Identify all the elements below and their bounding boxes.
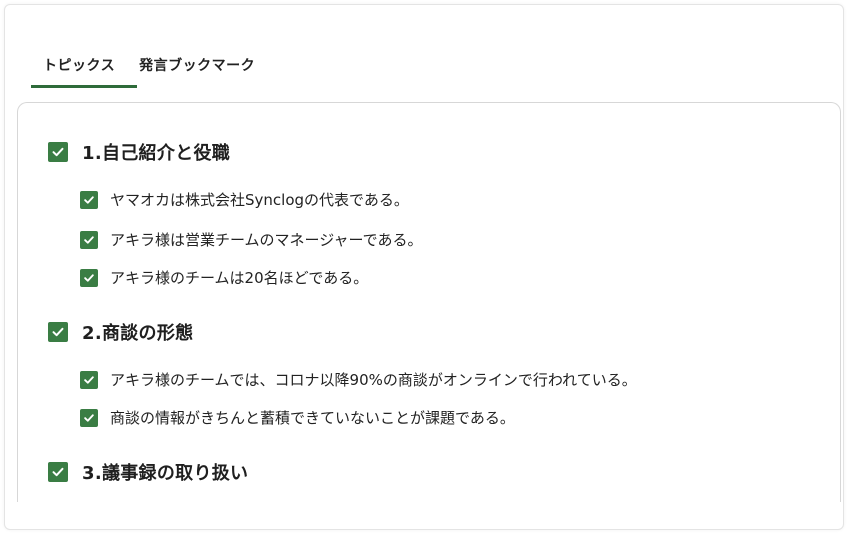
topic-2-item-2-checkbox[interactable] bbox=[80, 408, 98, 427]
topic-1-item-2-checkbox[interactable] bbox=[80, 230, 98, 249]
topic-2-title: 2.商談の形態 bbox=[82, 323, 194, 344]
topic-2: 2.商談の形態 bbox=[48, 319, 193, 345]
check-icon bbox=[84, 195, 94, 204]
topic-1-item-2-text: アキラ様は営業チームのマネージャーである。 bbox=[110, 231, 423, 249]
check-icon bbox=[52, 467, 64, 477]
topic-1: 1.自己紹介と役職 bbox=[48, 139, 230, 165]
topic-2-checkbox[interactable] bbox=[48, 322, 68, 342]
tab-bar: トピックス 発言ブックマーク bbox=[31, 47, 267, 88]
check-icon bbox=[84, 413, 94, 422]
active-tab-indicator bbox=[31, 85, 137, 88]
check-icon bbox=[84, 235, 94, 244]
topic-1-item-3-text: アキラ様のチームは20名ほどである。 bbox=[110, 269, 369, 287]
topic-2-item-1-checkbox[interactable] bbox=[80, 370, 98, 389]
topic-1-item-1-checkbox[interactable] bbox=[80, 190, 98, 209]
topic-3-title: 3.議事録の取り扱い bbox=[82, 463, 249, 484]
check-icon bbox=[52, 147, 64, 157]
topic-1-item-3: アキラ様のチームは20名ほどである。 bbox=[80, 267, 368, 288]
topic-2-item-2: 商談の情報がきちんと蓄積できていないことが課題である。 bbox=[80, 407, 515, 428]
check-icon bbox=[84, 273, 94, 282]
topic-1-item-1: ヤマオカは株式会社Synclogの代表である。 bbox=[80, 189, 409, 210]
topic-2-item-2-text: 商談の情報がきちんと蓄積できていないことが課題である。 bbox=[110, 409, 515, 427]
tab-topics-label: トピックス bbox=[43, 58, 116, 74]
topic-1-title: 1.自己紹介と役職 bbox=[82, 143, 231, 164]
topic-3-checkbox[interactable] bbox=[48, 462, 68, 482]
topic-2-item-1-text: アキラ様のチームでは、コロナ以降90%の商談がオンラインで行われている。 bbox=[110, 371, 637, 389]
topic-3: 3.議事録の取り扱い bbox=[48, 459, 248, 485]
tab-topics[interactable]: トピックス bbox=[31, 47, 137, 88]
check-icon bbox=[84, 375, 94, 384]
topic-1-item-2: アキラ様は営業チームのマネージャーである。 bbox=[80, 229, 422, 250]
topics-panel: 1.自己紹介と役職 ヤマオカは株式会社Synclogの代表である。 アキラ様は営… bbox=[17, 102, 841, 502]
check-icon bbox=[52, 327, 64, 337]
topic-1-item-3-checkbox[interactable] bbox=[80, 268, 98, 287]
tab-speech-bookmarks-label: 発言ブックマーク bbox=[139, 58, 256, 74]
topic-2-item-1: アキラ様のチームでは、コロナ以降90%の商談がオンラインで行われている。 bbox=[80, 369, 637, 390]
tab-speech-bookmarks[interactable]: 発言ブックマーク bbox=[127, 47, 267, 87]
topic-1-checkbox[interactable] bbox=[48, 142, 68, 162]
topics-card: トピックス 発言ブックマーク 1.自己紹介と役職 ヤマオカは株式会社Synclo… bbox=[4, 4, 844, 530]
topic-1-item-1-text: ヤマオカは株式会社Synclogの代表である。 bbox=[110, 191, 409, 209]
